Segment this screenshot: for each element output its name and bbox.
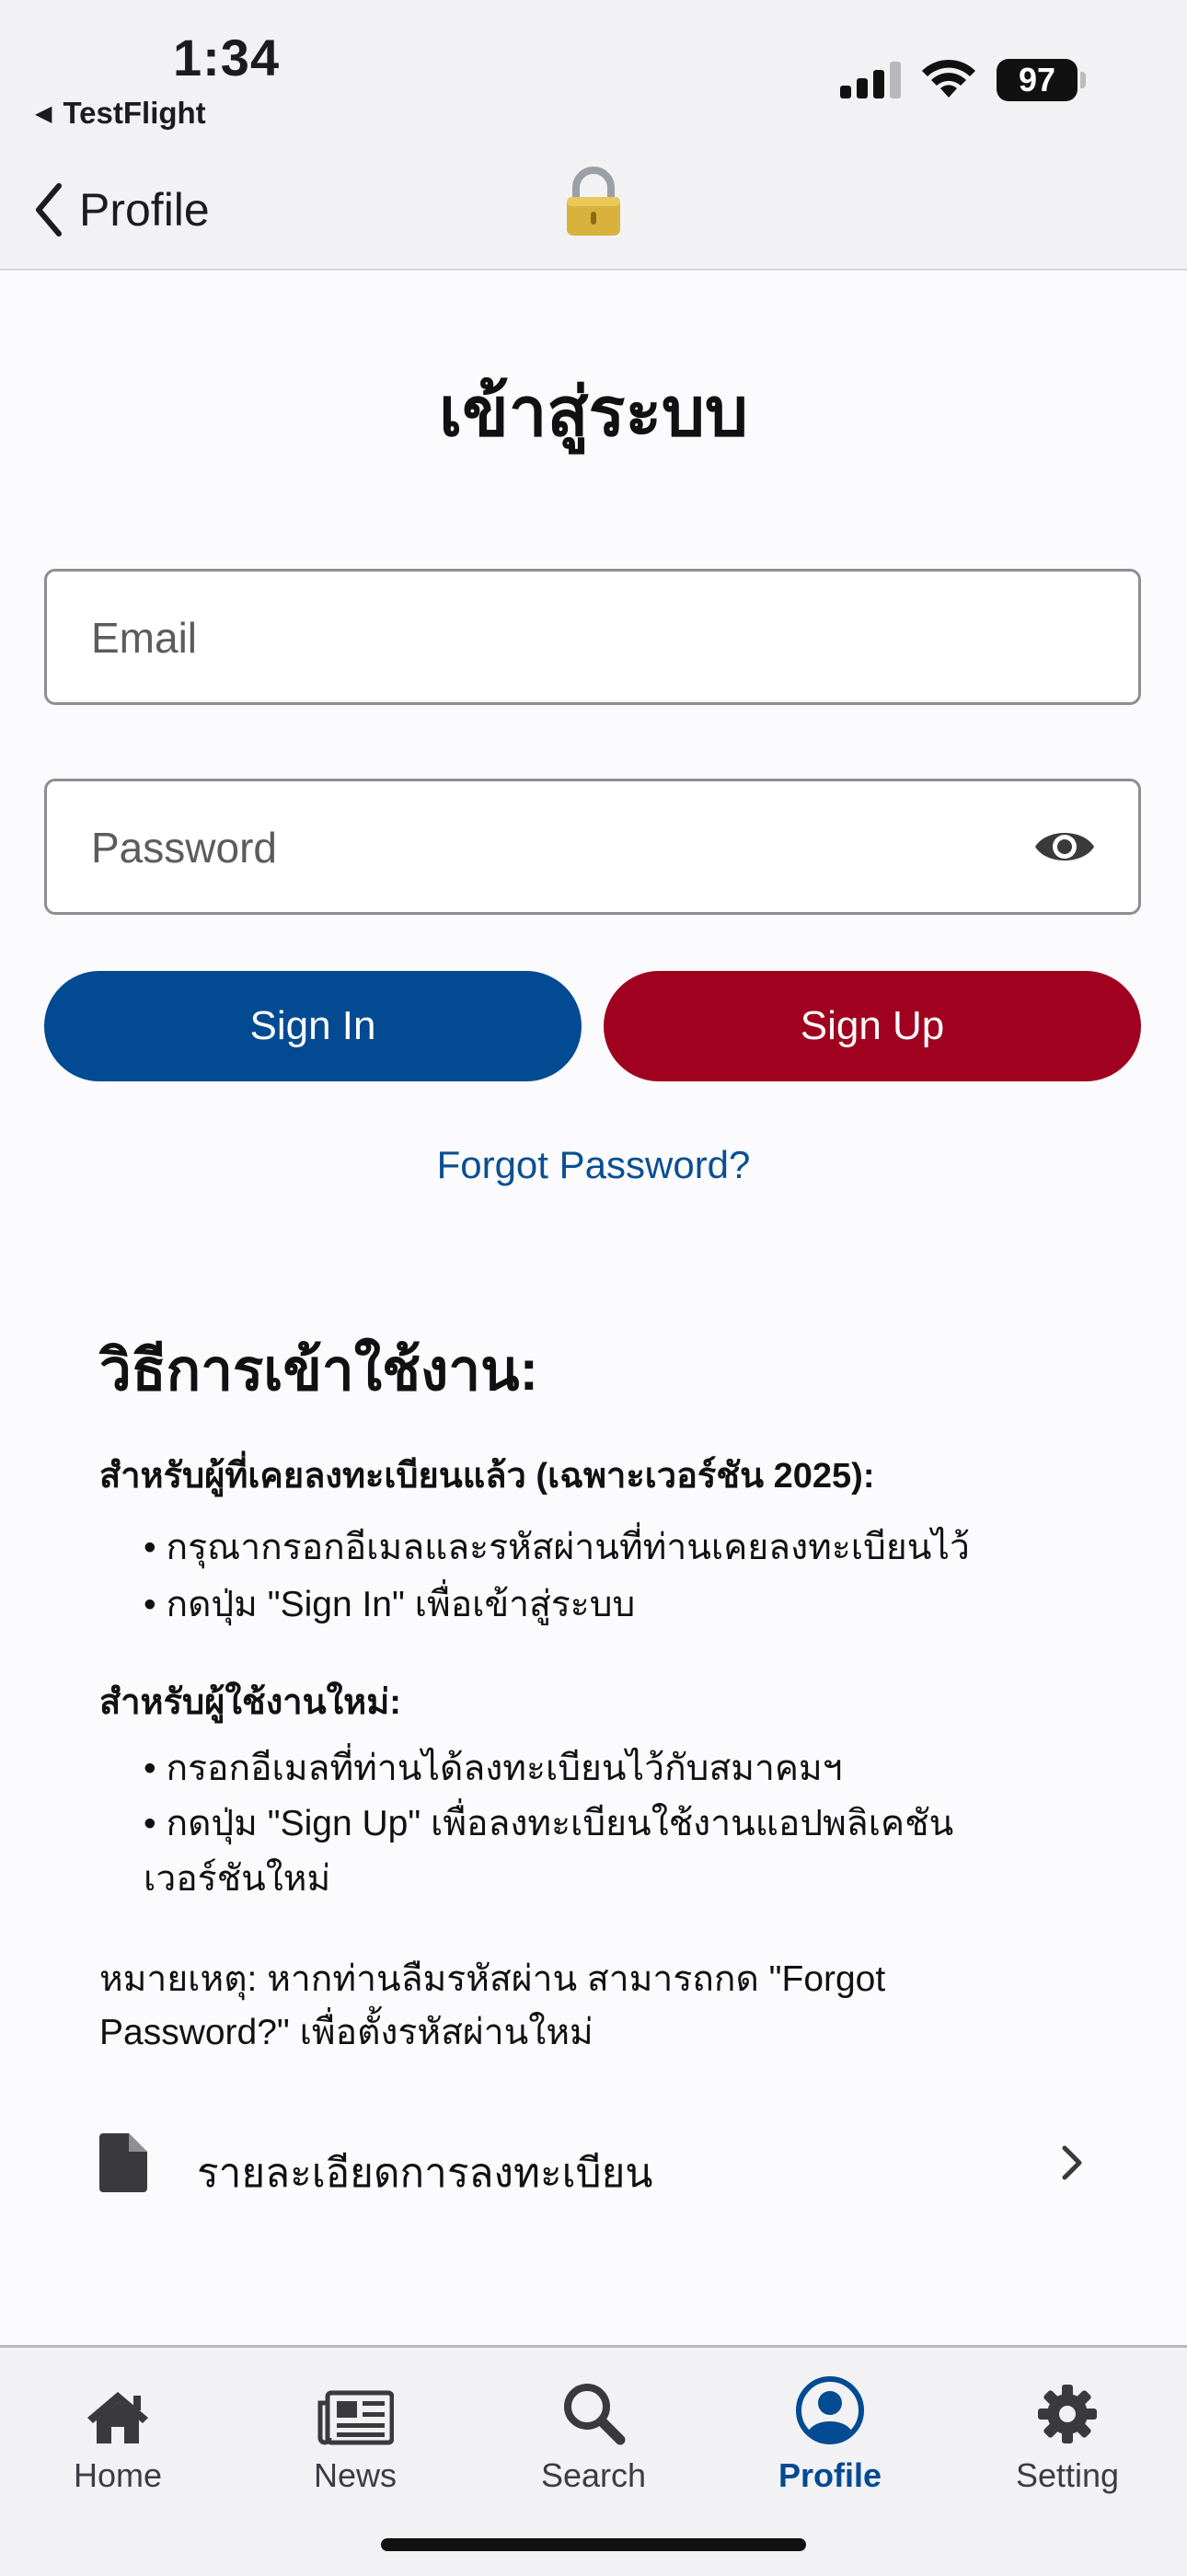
chevron-left-icon	[36, 183, 62, 237]
tab-home-label: Home	[73, 2456, 163, 2494]
back-to-app-link[interactable]: ◀ TestFlight	[35, 96, 206, 131]
sign-up-button[interactable]: Sign Up	[604, 971, 1141, 1081]
cellular-signal-icon	[840, 60, 901, 98]
document-icon	[99, 2133, 147, 2192]
page-title: เข้าสู่ระบบ	[438, 374, 749, 450]
gear-icon	[1038, 2385, 1097, 2443]
note-text: หมายเหตุ: หากท่านลืมรหัสผ่าน สามารถกด "F…	[99, 1959, 886, 2052]
tab-setting[interactable]: Setting	[975, 2370, 1159, 2499]
tab-search-label: Search	[540, 2456, 647, 2494]
tab-news-label: News	[313, 2456, 398, 2494]
tab-search[interactable]: Search	[501, 2370, 686, 2499]
profile-icon	[796, 2376, 864, 2444]
tab-news[interactable]: News	[263, 2370, 447, 2499]
show-password-eye-icon[interactable]	[1033, 823, 1096, 871]
registration-details-row[interactable]: รายละเอียดการลงทะเบียน	[99, 2128, 1084, 2200]
tab-profile-label: Profile	[778, 2456, 882, 2494]
forgot-password-link[interactable]: Forgot Password?	[0, 1143, 1187, 1187]
search-icon	[564, 2384, 626, 2445]
instructions-heading: วิธีการเข้าใช้งาน:	[99, 1339, 539, 1403]
back-button-label: Profile	[79, 184, 210, 236]
status-bar: 1:34 ◀ TestFlight 97	[0, 0, 1187, 156]
lock-icon	[567, 167, 620, 236]
wifi-icon	[922, 59, 975, 98]
tab-home[interactable]: Home	[26, 2370, 210, 2499]
sign-in-button[interactable]: Sign In	[44, 971, 582, 1081]
navigation-bar: Profile	[0, 156, 1187, 271]
new-instruction-item-continued: เวอร์ชันใหม่	[144, 1859, 331, 1899]
existing-instruction-item: • กรุณากรอกอีเมลและรหัสผ่านที่ท่านเคยลงท…	[144, 1528, 970, 1567]
new-users-heading: สำหรับผู้ใช้งานใหม่:	[99, 1683, 401, 1722]
tab-profile[interactable]: Profile	[738, 2370, 922, 2499]
battery-cap	[1080, 72, 1086, 88]
new-instruction-item: • กดปุ่ม "Sign Up" เพื่อลงทะเบียนใช้งานแ…	[144, 1804, 954, 1843]
back-button[interactable]: Profile	[33, 182, 210, 237]
back-app-label: TestFlight	[63, 96, 206, 130]
password-input[interactable]	[89, 781, 1013, 914]
home-indicator	[381, 2538, 806, 2551]
status-time: 1:34	[173, 29, 281, 87]
battery-indicator: 97	[997, 59, 1078, 101]
email-input[interactable]	[89, 572, 1013, 704]
back-triangle-icon: ◀	[35, 100, 52, 126]
email-field[interactable]	[44, 569, 1141, 705]
chevron-right-icon	[1062, 2145, 1082, 2180]
existing-users-heading: สำหรับผู้ที่เคยลงทะเบียนแล้ว (เฉพาะเวอร์…	[99, 1457, 875, 1496]
existing-instruction-item: • กดปุ่ม "Sign In" เพื่อเข้าสู่ระบบ	[144, 1585, 636, 1624]
password-field[interactable]	[44, 779, 1141, 915]
tab-setting-label: Setting	[1015, 2456, 1120, 2494]
new-instruction-item: • กรอกอีเมลที่ท่านได้ลงทะเบียนไว้กับสมาค…	[144, 1749, 843, 1788]
newspaper-icon	[317, 2390, 394, 2445]
registration-details-label: รายละเอียดการลงทะเบียน	[197, 2151, 653, 2196]
home-icon	[87, 2392, 148, 2443]
